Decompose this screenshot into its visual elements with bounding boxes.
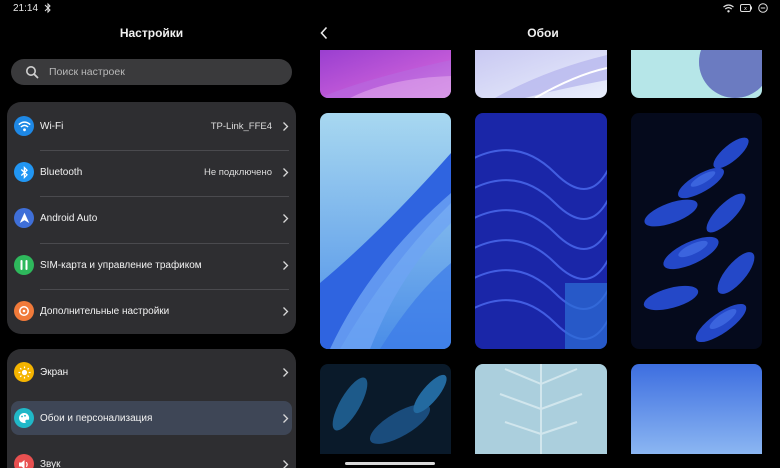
- search-placeholder: Поиск настроек: [49, 66, 125, 78]
- display-icon: [14, 362, 34, 382]
- wallpaper-thumbnail[interactable]: [475, 113, 607, 349]
- status-bar: 21:14 x: [0, 0, 780, 18]
- settings-item-label: Звук: [40, 458, 61, 468]
- settings-item-android-auto[interactable]: Android Auto: [7, 201, 296, 235]
- status-time: 21:14: [13, 3, 39, 14]
- search-input[interactable]: Поиск настроек: [11, 59, 292, 85]
- settings-item-label: Wi-Fi: [40, 120, 64, 132]
- settings-item-sim[interactable]: SIM-карта и управление трафиком: [7, 248, 296, 282]
- settings-item-label: Экран: [40, 366, 69, 378]
- wallpaper-icon: [14, 408, 34, 428]
- battery-icon: x: [740, 4, 752, 12]
- settings-item-label: Дополнительные настройки: [40, 305, 170, 317]
- android-auto-icon: [14, 208, 34, 228]
- settings-group-display: Экран Обои и персонализация Звук: [7, 349, 296, 468]
- bluetooth-icon: [14, 162, 34, 182]
- wallpaper-thumbnail[interactable]: [631, 113, 762, 349]
- settings-item-value: Не подключено: [203, 166, 272, 178]
- wallpaper-thumbnail[interactable]: [631, 364, 762, 454]
- settings-item-value: TP-Link_FFE4: [210, 120, 272, 132]
- wallpaper-thumbnail[interactable]: [475, 364, 607, 454]
- wallpapers-panel: Обои: [306, 18, 780, 468]
- divider: [40, 196, 289, 197]
- wallpaper-thumbnail[interactable]: [320, 364, 451, 454]
- wallpaper-thumbnail[interactable]: [475, 50, 607, 98]
- settings-item-label: Bluetooth: [40, 166, 83, 178]
- settings-item-label: SIM-карта и управление трафиком: [40, 259, 202, 271]
- page-title: Обои: [527, 26, 559, 40]
- settings-item-display[interactable]: Экран: [7, 355, 296, 389]
- chevron-right-icon: [283, 213, 289, 223]
- settings-item-wifi[interactable]: Wi-Fi TP-Link_FFE4: [7, 109, 296, 143]
- search-icon: [26, 66, 39, 79]
- chevron-right-icon: [283, 121, 289, 131]
- settings-item-bluetooth[interactable]: Bluetooth Не подключено: [7, 155, 296, 189]
- page-title: Настройки: [119, 26, 184, 40]
- settings-panel: Настройки Поиск настроек Wi-Fi TP-Link_F…: [0, 18, 306, 468]
- chevron-right-icon: [283, 459, 289, 468]
- divider: [40, 243, 289, 244]
- sim-card-icon: [14, 255, 34, 275]
- chevron-right-icon: [283, 260, 289, 270]
- divider: [40, 289, 289, 290]
- chevron-right-icon: [283, 306, 289, 316]
- minus-circle-icon: [758, 3, 768, 13]
- settings-item-label: Обои и персонализация: [40, 412, 153, 424]
- settings-item-wallpaper[interactable]: Обои и персонализация: [11, 401, 292, 435]
- settings-item-sound[interactable]: Звук: [7, 447, 296, 468]
- bluetooth-status-icon: [44, 2, 51, 14]
- home-indicator[interactable]: [345, 462, 435, 465]
- chevron-right-icon: [283, 167, 289, 177]
- wifi-icon: [14, 116, 34, 136]
- chevron-right-icon: [283, 413, 289, 423]
- wallpaper-thumbnail[interactable]: [631, 50, 762, 98]
- chevron-right-icon: [283, 367, 289, 377]
- wifi-status-icon: [723, 3, 734, 12]
- more-settings-icon: [14, 301, 34, 321]
- svg-text:x: x: [744, 6, 747, 12]
- settings-group-connections: Wi-Fi TP-Link_FFE4 Bluetooth Не подключе…: [7, 102, 296, 334]
- settings-item-label: Android Auto: [40, 212, 98, 224]
- wallpaper-thumbnail[interactable]: [320, 113, 451, 349]
- divider: [40, 150, 289, 151]
- wallpaper-thumbnail[interactable]: [320, 50, 451, 98]
- settings-item-more[interactable]: Дополнительные настройки: [7, 294, 296, 328]
- sound-icon: [14, 454, 34, 468]
